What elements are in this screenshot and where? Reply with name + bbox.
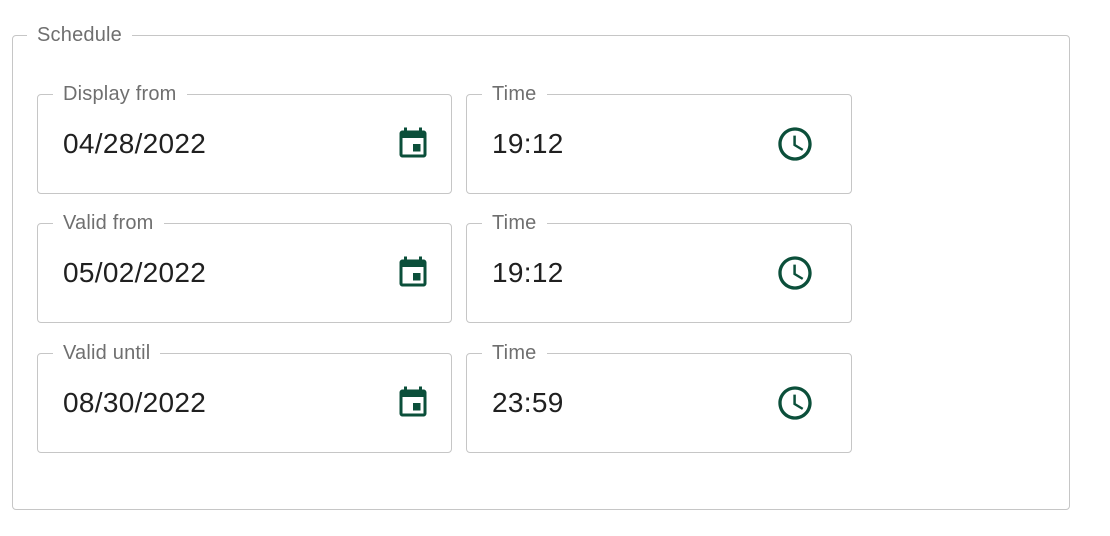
valid-from-time-label: Time: [482, 211, 547, 235]
display-from-time-value[interactable]: 19:12: [492, 127, 564, 161]
valid-from-time-value[interactable]: 19:12: [492, 256, 564, 290]
valid-until-time-value[interactable]: 23:59: [492, 386, 564, 420]
clock-icon[interactable]: [775, 383, 815, 423]
display-from-time-label: Time: [482, 82, 547, 106]
valid-from-label: Valid from: [53, 211, 164, 235]
calendar-icon[interactable]: [393, 383, 433, 423]
calendar-icon[interactable]: [393, 124, 433, 164]
display-from-label: Display from: [53, 82, 187, 106]
display-from-date-value[interactable]: 04/28/2022: [63, 127, 206, 161]
clock-icon[interactable]: [775, 253, 815, 293]
schedule-legend: Schedule: [27, 23, 132, 47]
clock-icon[interactable]: [775, 124, 815, 164]
valid-until-date-field[interactable]: Valid until 08/30/2022: [37, 341, 452, 453]
calendar-icon[interactable]: [393, 253, 433, 293]
valid-until-label: Valid until: [53, 341, 161, 365]
valid-from-date-value[interactable]: 05/02/2022: [63, 256, 206, 290]
display-from-date-field[interactable]: Display from 04/28/2022: [37, 82, 452, 194]
valid-until-time-label: Time: [482, 341, 547, 365]
display-from-time-field[interactable]: Time 19:12: [466, 82, 852, 194]
valid-from-date-field[interactable]: Valid from 05/02/2022: [37, 211, 452, 323]
valid-from-time-field[interactable]: Time 19:12: [466, 211, 852, 323]
valid-until-time-field[interactable]: Time 23:59: [466, 341, 852, 453]
valid-until-date-value[interactable]: 08/30/2022: [63, 386, 206, 420]
schedule-fieldset: Schedule Display from 04/28/2022 Time 19…: [12, 23, 1070, 510]
